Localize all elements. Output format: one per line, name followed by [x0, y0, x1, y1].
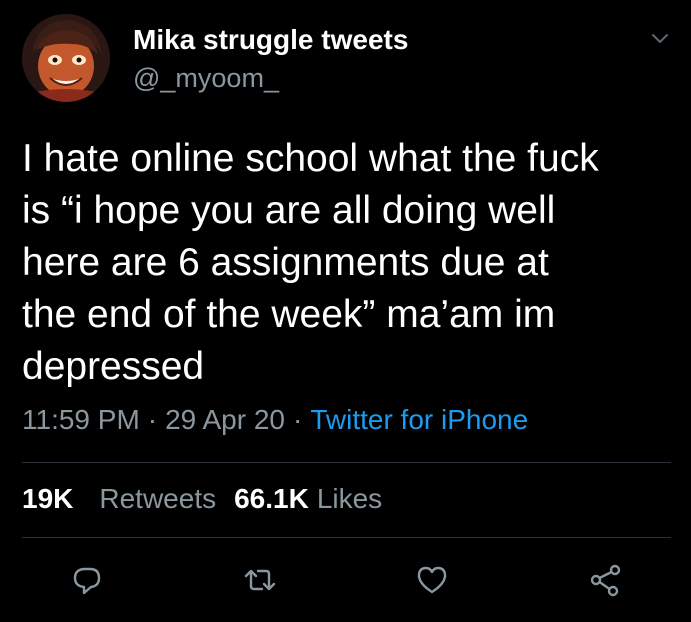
chevron-down-icon[interactable]	[648, 28, 672, 48]
retweets-count: 19K	[22, 483, 74, 514]
meta-separator: ·	[292, 404, 303, 435]
tweet-stats: 19K Retweets 66.1K Likes	[22, 483, 382, 515]
reply-button[interactable]	[67, 560, 107, 600]
divider	[22, 462, 671, 463]
avatar-illustration	[22, 14, 110, 102]
meta-separator: ·	[147, 404, 158, 435]
likes-label: Likes	[316, 483, 383, 514]
like-button[interactable]	[412, 560, 452, 600]
user-handle[interactable]: @_myoom_	[133, 63, 279, 94]
tweet-source-link[interactable]: Twitter for iPhone	[310, 404, 528, 435]
share-icon	[590, 564, 621, 597]
retweet-icon	[244, 569, 276, 591]
heart-icon	[417, 566, 447, 594]
retweets-label: Retweets	[99, 483, 217, 514]
share-button[interactable]	[585, 560, 625, 600]
tweet-text: I hate online school what the fuck is “i…	[22, 137, 599, 388]
divider	[22, 537, 671, 538]
likes-stat[interactable]: 66.1K Likes	[234, 483, 382, 514]
tweet-card: Mika struggle tweets @_myoom_ I hate onl…	[0, 0, 691, 622]
display-name[interactable]: Mika struggle tweets	[133, 24, 408, 56]
tweet-meta: 11:59 PM · 29 Apr 20 · Twitter for iPhone	[22, 404, 528, 436]
avatar[interactable]	[22, 14, 110, 102]
tweet-time[interactable]: 11:59 PM	[22, 404, 140, 435]
likes-count: 66.1K	[234, 483, 309, 514]
reply-icon	[73, 567, 101, 595]
retweet-button[interactable]	[240, 560, 280, 600]
retweets-stat[interactable]: 19K Retweets	[22, 483, 216, 514]
tweet-date[interactable]: 29 Apr 20	[165, 404, 285, 435]
